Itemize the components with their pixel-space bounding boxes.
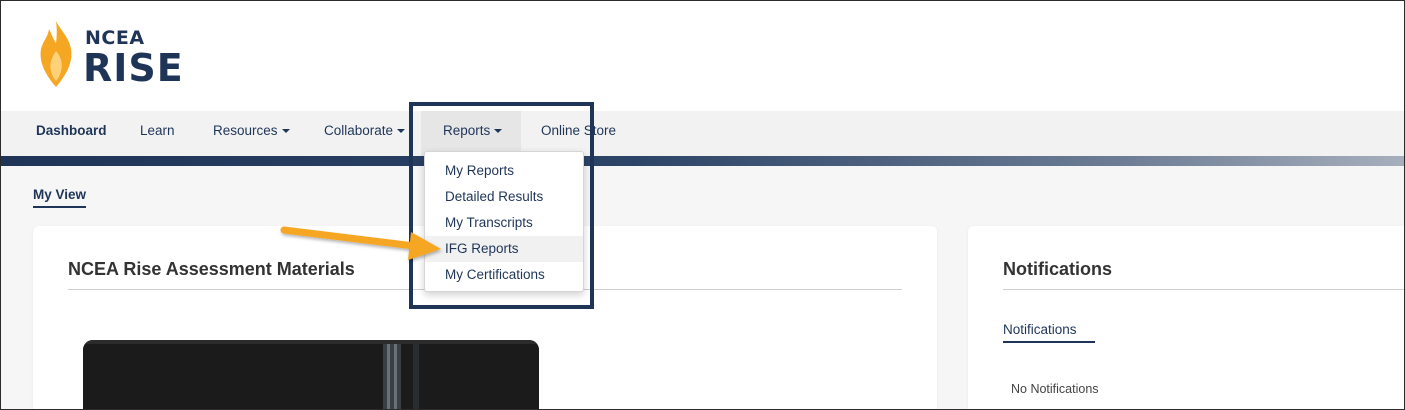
caret-down-icon (494, 129, 503, 134)
tab-my-view[interactable]: My View (33, 187, 87, 208)
nav-accent-stripe (1, 156, 1404, 166)
card-divider (1003, 289, 1405, 290)
nav-learn[interactable]: Learn (140, 111, 175, 156)
menu-item-detailed-results[interactable]: Detailed Results (425, 184, 583, 210)
video-frame-image (83, 340, 539, 410)
nav-resources-label: Resources (213, 123, 278, 138)
site-logo[interactable]: NCEA RISE (35, 21, 185, 91)
main-navbar: Dashboard Learn Resources Collaborate Re… (1, 111, 1404, 156)
notifications-card: Notifications Notifications No Notificat… (968, 226, 1405, 410)
logo-text-rise: RISE (83, 46, 184, 90)
nav-collaborate-label: Collaborate (324, 123, 394, 138)
site-header: NCEA RISE (1, 1, 1404, 111)
menu-item-my-transcripts[interactable]: My Transcripts (425, 210, 583, 236)
notifications-card-title: Notifications (1003, 259, 1113, 279)
nav-reports-label: Reports (443, 123, 491, 138)
reports-dropdown-menu: My Reports Detailed Results My Transcrip… (424, 151, 584, 292)
nav-collaborate[interactable]: Collaborate (324, 111, 406, 156)
pointer-arrow-icon (280, 226, 441, 260)
caret-down-icon (281, 129, 290, 134)
video-thumbnail[interactable] (83, 340, 539, 410)
nav-dashboard[interactable]: Dashboard (36, 111, 107, 156)
tab-notifications[interactable]: Notifications (1003, 322, 1095, 343)
flame-logo-icon (40, 21, 72, 87)
nav-reports[interactable]: Reports (421, 111, 521, 156)
nav-online-store-label: Online Store (541, 123, 617, 138)
menu-item-my-reports[interactable]: My Reports (425, 158, 583, 184)
nav-resources[interactable]: Resources (213, 111, 290, 156)
nav-learn-label: Learn (140, 123, 175, 138)
nav-online-store[interactable]: Online Store (541, 111, 616, 156)
caret-down-icon (397, 129, 406, 134)
nav-dashboard-label: Dashboard (36, 123, 107, 138)
empty-notifications-text: No Notifications (1011, 382, 1099, 396)
menu-item-ifg-reports[interactable]: IFG Reports (425, 236, 583, 262)
menu-item-my-certifications[interactable]: My Certifications (425, 262, 583, 288)
